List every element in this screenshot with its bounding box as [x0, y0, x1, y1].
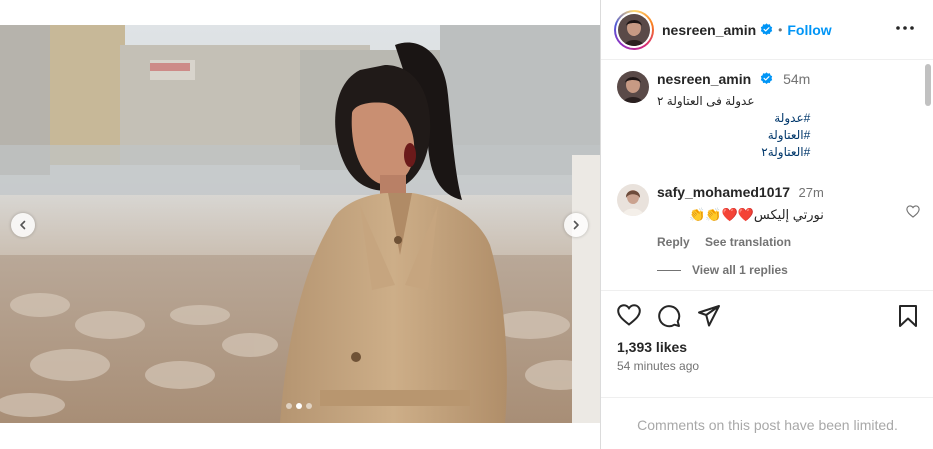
separator-dot: •: [778, 22, 783, 37]
post-media[interactable]: [0, 25, 600, 423]
caption-username[interactable]: nesreen_amin: [657, 71, 751, 87]
avatar-image: [617, 184, 649, 216]
comment-actions: Reply See translation: [657, 235, 824, 249]
posted-time[interactable]: 54 minutes ago: [617, 359, 699, 373]
post-photo: [0, 25, 600, 423]
caption-time[interactable]: 54m: [783, 71, 810, 87]
chevron-left-icon: [20, 220, 26, 230]
comments-area[interactable]: nesreen_amin 54m عدولة فى العتاولة ٢ #عد…: [601, 61, 933, 291]
hashtag-link[interactable]: #عدولة: [657, 110, 810, 127]
heart-icon[interactable]: [617, 304, 641, 326]
post-action-bar: [617, 304, 921, 332]
chevron-right-icon: [573, 220, 579, 230]
carousel-dot-active: [296, 403, 302, 409]
scrollbar-thumb[interactable]: [925, 64, 931, 106]
comment-icon[interactable]: [657, 304, 681, 328]
hashtag-link[interactable]: #العتاولة٢: [657, 144, 810, 161]
post-details-panel: nesreen_amin • Follow nesreen_amin 54m ع…: [600, 0, 933, 449]
view-replies-button[interactable]: View all 1 replies: [657, 263, 788, 277]
comment-username[interactable]: safy_mohamed1017: [657, 184, 790, 200]
comment-text: نورتي إليكس❤️❤️👏👏: [689, 207, 824, 222]
comment: safy_mohamed1017 27m نورتي إليكس❤️❤️👏👏 R…: [617, 184, 920, 249]
see-translation-button[interactable]: See translation: [705, 235, 791, 249]
verified-icon: [760, 23, 773, 36]
reply-button[interactable]: Reply: [657, 235, 690, 249]
more-options-button[interactable]: [895, 18, 915, 38]
comment-body: safy_mohamed1017 27m نورتي إليكس❤️❤️👏👏 R…: [657, 184, 824, 249]
caption-avatar[interactable]: [617, 71, 649, 103]
comment-like-heart-icon[interactable]: [906, 205, 920, 218]
carousel-dot: [286, 403, 292, 409]
avatar-image: [617, 71, 649, 103]
story-ring[interactable]: [614, 9, 654, 50]
post-header: nesreen_amin • Follow: [601, 0, 933, 60]
replies-divider: [657, 269, 681, 271]
caption-body: nesreen_amin 54m عدولة فى العتاولة ٢ #عد…: [657, 71, 810, 161]
bookmark-icon[interactable]: [898, 304, 918, 328]
comment-time[interactable]: 27m: [799, 185, 824, 200]
carousel-next-button[interactable]: [564, 213, 588, 237]
comment-avatar[interactable]: [617, 184, 649, 216]
caption-text: عدولة فى العتاولة ٢: [657, 94, 755, 108]
avatar[interactable]: [616, 11, 652, 48]
more-options-icon: [896, 26, 914, 30]
likes-count[interactable]: 1,393 likes: [617, 339, 687, 355]
comment-box-area: Comments on this post have been limited.: [601, 397, 933, 449]
carousel-dot: [306, 403, 312, 409]
avatar-image: [618, 13, 650, 46]
post-author-username[interactable]: nesreen_amin: [662, 22, 756, 38]
comments-limited-notice: Comments on this post have been limited.: [637, 417, 898, 433]
carousel-indicator: [286, 403, 312, 409]
carousel-prev-button[interactable]: [11, 213, 35, 237]
follow-button[interactable]: Follow: [787, 22, 831, 38]
verified-icon: [760, 72, 772, 85]
hashtag-link[interactable]: #العتاولة: [657, 127, 811, 144]
view-replies-label: View all 1 replies: [692, 263, 788, 277]
share-icon[interactable]: [697, 304, 721, 328]
caption: nesreen_amin 54m عدولة فى العتاولة ٢ #عد…: [617, 71, 810, 161]
